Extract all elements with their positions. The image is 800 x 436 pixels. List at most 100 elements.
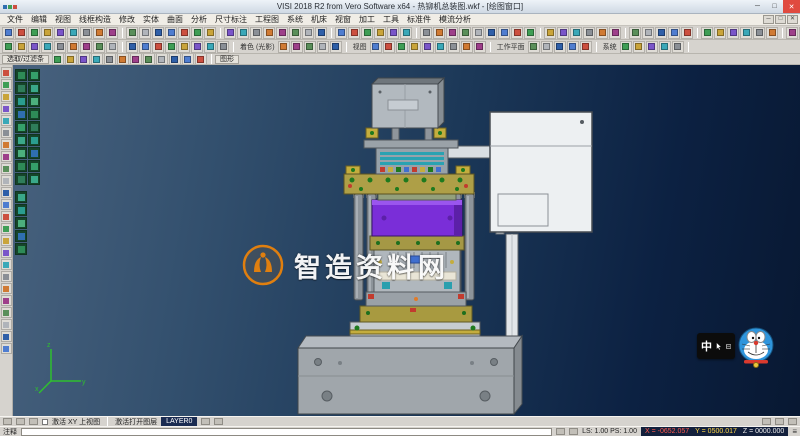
toolbar-icon[interactable] bbox=[361, 27, 373, 39]
toolbar-icon[interactable] bbox=[15, 121, 27, 133]
toolbar-icon[interactable] bbox=[317, 41, 329, 53]
status2-icon-2[interactable] bbox=[569, 428, 578, 435]
toolbar-icon[interactable] bbox=[753, 27, 765, 39]
purple-block[interactable] bbox=[372, 194, 462, 236]
toolbar-icon[interactable] bbox=[291, 41, 303, 53]
toolbar-icon[interactable] bbox=[224, 27, 236, 39]
toolbar-icon[interactable] bbox=[15, 108, 27, 120]
toolbar-icon[interactable] bbox=[15, 95, 27, 107]
status-icon-4[interactable] bbox=[762, 418, 771, 425]
toolbar-icon[interactable] bbox=[409, 41, 421, 53]
status2-icon-1[interactable] bbox=[556, 428, 565, 435]
toolbar-icon[interactable] bbox=[15, 191, 27, 203]
toolbar-icon[interactable] bbox=[1, 295, 12, 306]
toolbar-icon[interactable] bbox=[642, 27, 654, 39]
toolbar-icon[interactable] bbox=[15, 27, 27, 39]
toolbar-icon[interactable] bbox=[250, 27, 262, 39]
toolbar-icon[interactable] bbox=[1, 103, 12, 114]
menu-item-工具[interactable]: 工具 bbox=[379, 14, 403, 25]
minimize-button[interactable]: ─ bbox=[749, 0, 766, 13]
toolbar-icon[interactable] bbox=[15, 243, 27, 255]
toolbar-icon[interactable] bbox=[633, 41, 645, 53]
toolbar-icon[interactable] bbox=[554, 41, 566, 53]
toolbar-icon[interactable] bbox=[28, 41, 40, 53]
toolbar-icon[interactable] bbox=[1, 79, 12, 90]
toolbar-icon[interactable] bbox=[204, 27, 216, 39]
layer-icon-2[interactable] bbox=[214, 418, 223, 425]
toolbar-icon[interactable] bbox=[498, 27, 510, 39]
toolbar-icon[interactable] bbox=[672, 41, 684, 53]
toolbar-icon[interactable] bbox=[276, 27, 288, 39]
toolbar-icon[interactable] bbox=[304, 41, 316, 53]
toolbar-icon[interactable] bbox=[681, 27, 693, 39]
toolbar-icon[interactable] bbox=[583, 27, 595, 39]
toolbar-icon[interactable] bbox=[152, 27, 164, 39]
menu-item-曲面[interactable]: 曲面 bbox=[163, 14, 187, 25]
toolbar-icon[interactable] bbox=[714, 27, 726, 39]
mdi-close-button[interactable]: ✕ bbox=[787, 15, 798, 24]
toolbar-icon[interactable] bbox=[485, 27, 497, 39]
toolbar-icon[interactable] bbox=[15, 41, 27, 53]
toolbar-icon[interactable] bbox=[169, 54, 181, 65]
toolbar-icon[interactable] bbox=[1, 271, 12, 282]
toolbar-icon[interactable] bbox=[528, 41, 540, 53]
toolbar-icon[interactable] bbox=[315, 27, 327, 39]
toolbar-icon[interactable] bbox=[104, 54, 116, 65]
toolbar-icon[interactable] bbox=[67, 41, 79, 53]
layer-icon-1[interactable] bbox=[201, 418, 210, 425]
toolbar-icon[interactable] bbox=[237, 27, 249, 39]
menu-item-标准件[interactable]: 标准件 bbox=[403, 14, 435, 25]
toolbar-icon[interactable] bbox=[28, 147, 40, 159]
toolbar-icon[interactable] bbox=[524, 27, 536, 39]
toolbar-icon[interactable] bbox=[143, 54, 155, 65]
toolbar-icon[interactable] bbox=[567, 41, 579, 53]
toolbar-icon[interactable] bbox=[511, 27, 523, 39]
toolbar-icon[interactable] bbox=[570, 27, 582, 39]
menu-item-系统[interactable]: 系统 bbox=[283, 14, 307, 25]
toolbar-icon[interactable] bbox=[15, 69, 27, 81]
toolbar-icon[interactable] bbox=[544, 27, 556, 39]
mdi-minimize-button[interactable]: ─ bbox=[763, 15, 774, 24]
menu-item-机床[interactable]: 机床 bbox=[307, 14, 331, 25]
toolbar-icon[interactable] bbox=[28, 108, 40, 120]
toolbar-icon[interactable] bbox=[263, 27, 275, 39]
ime-language-badge[interactable]: 中 bbox=[697, 333, 735, 359]
toolbar-icon[interactable] bbox=[1, 331, 12, 342]
toolbar-icon[interactable] bbox=[1, 247, 12, 258]
toolbar-icon[interactable] bbox=[420, 27, 432, 39]
toolbar-icon[interactable] bbox=[1, 343, 12, 354]
toolbar-icon[interactable] bbox=[668, 27, 680, 39]
toolbar-icon[interactable] bbox=[448, 41, 460, 53]
toolbar-icon[interactable] bbox=[422, 41, 434, 53]
toolbar-icon[interactable] bbox=[165, 27, 177, 39]
status-icon-2[interactable] bbox=[16, 418, 25, 425]
menu-item-尺寸标注[interactable]: 尺寸标注 bbox=[211, 14, 251, 25]
toolbar-icon[interactable] bbox=[139, 41, 151, 53]
toolbar-icon[interactable] bbox=[557, 27, 569, 39]
toolbar-icon[interactable] bbox=[766, 27, 778, 39]
toolbar-icon[interactable] bbox=[28, 82, 40, 94]
toolbar-icon[interactable] bbox=[195, 54, 207, 65]
toolbar-icon[interactable] bbox=[106, 41, 118, 53]
toolbar-icon[interactable] bbox=[93, 41, 105, 53]
toolbar-icon[interactable] bbox=[117, 54, 129, 65]
toolbar-icon[interactable] bbox=[54, 41, 66, 53]
toolbar-icon[interactable] bbox=[596, 27, 608, 39]
base-block[interactable] bbox=[298, 336, 522, 414]
toolbar-icon[interactable] bbox=[106, 27, 118, 39]
close-button[interactable]: ✕ bbox=[783, 0, 800, 13]
toolbar-icon[interactable] bbox=[41, 27, 53, 39]
toolbar-icon[interactable] bbox=[1, 259, 12, 270]
toolbar-icon[interactable] bbox=[740, 27, 752, 39]
toolbar-icon[interactable] bbox=[2, 27, 14, 39]
toolbar-icon[interactable] bbox=[15, 217, 27, 229]
toolbar-icon[interactable] bbox=[78, 54, 90, 65]
toolbar-icon[interactable] bbox=[387, 27, 399, 39]
toolbar-icon[interactable] bbox=[1, 67, 12, 78]
status-icon-6[interactable] bbox=[788, 418, 797, 425]
toolbar-icon[interactable] bbox=[1, 127, 12, 138]
menu-item-视图[interactable]: 视图 bbox=[51, 14, 75, 25]
toolbar-icon[interactable] bbox=[15, 160, 27, 172]
sensor-panel[interactable] bbox=[490, 112, 592, 232]
toolbar-icon[interactable] bbox=[80, 27, 92, 39]
